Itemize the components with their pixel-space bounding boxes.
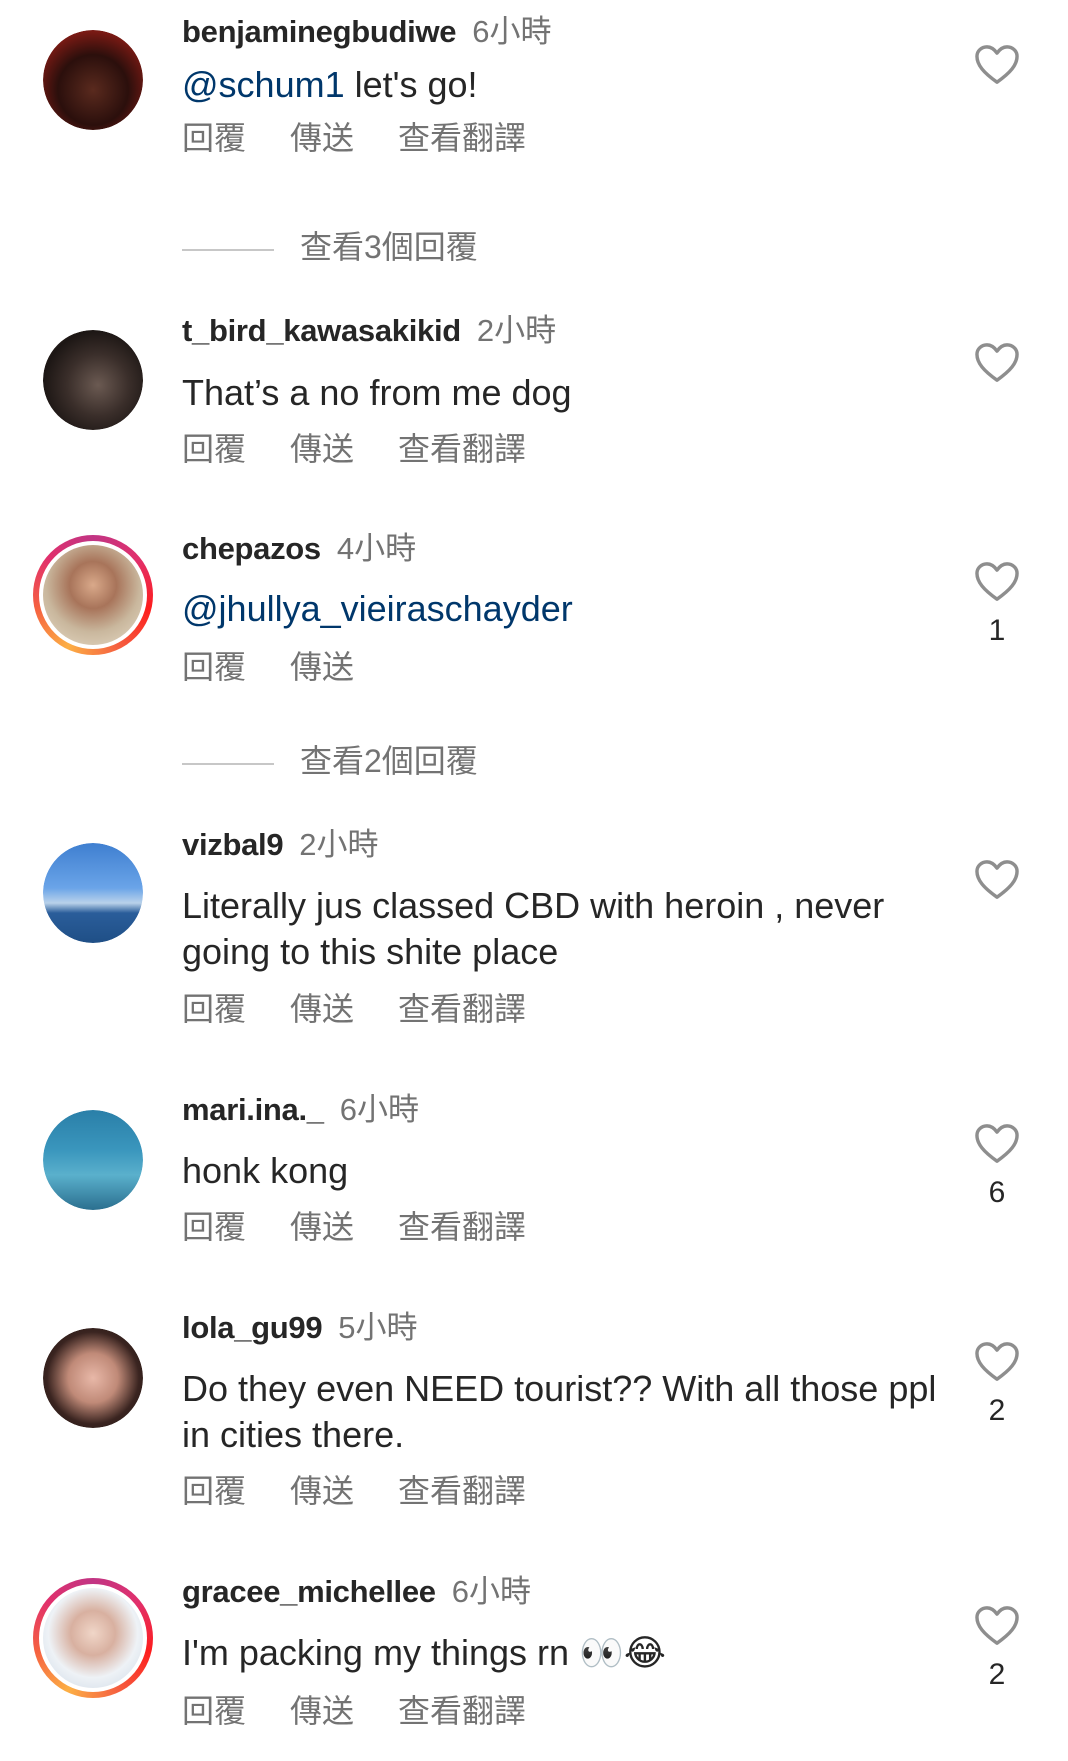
- comment-text: Literally jus classed CBD with heroin , …: [182, 885, 885, 972]
- comment-actions: 回覆 傳送: [182, 648, 398, 686]
- timestamp: 5小時: [338, 1310, 418, 1345]
- translate-button[interactable]: 查看翻譯: [398, 120, 526, 156]
- translate-button[interactable]: 查看翻譯: [398, 1473, 526, 1509]
- like-button[interactable]: [972, 859, 1022, 901]
- send-button[interactable]: 傳送: [290, 431, 354, 467]
- send-button[interactable]: 傳送: [290, 649, 354, 685]
- timestamp: 6小時: [339, 1092, 419, 1127]
- view-replies-button[interactable]: 查看3個回覆: [182, 228, 478, 266]
- divider: [182, 762, 274, 765]
- comment-text: @schum1 let's go!: [182, 64, 478, 105]
- reply-button[interactable]: 回覆: [182, 649, 246, 685]
- avatar-story-ring[interactable]: [33, 535, 153, 655]
- comment-text: @jhullya_vieiraschayder: [182, 586, 942, 632]
- translate-button[interactable]: 查看翻譯: [398, 1209, 526, 1245]
- comment-actions: 回覆 傳送 查看翻譯: [182, 119, 570, 157]
- heart-outline-icon: [975, 860, 1019, 899]
- mention-link[interactable]: @schum1: [182, 64, 345, 105]
- reply-button[interactable]: 回覆: [182, 120, 246, 156]
- timestamp: 4小時: [336, 531, 417, 566]
- send-button[interactable]: 傳送: [290, 991, 354, 1027]
- timestamp: 2小時: [476, 313, 557, 348]
- send-button[interactable]: 傳送: [290, 1209, 354, 1245]
- heart-outline-icon: [975, 343, 1019, 382]
- like-button[interactable]: 2: [972, 1605, 1022, 1691]
- send-button[interactable]: 傳送: [290, 1693, 354, 1729]
- like-button[interactable]: [972, 342, 1022, 384]
- reply-button[interactable]: 回覆: [182, 991, 246, 1027]
- send-button[interactable]: 傳送: [290, 1473, 354, 1509]
- reply-button[interactable]: 回覆: [182, 1693, 246, 1729]
- comment-text: I'm packing my things rn 👀😂: [182, 1632, 666, 1673]
- comment-actions: 回覆 傳送 查看翻譯: [182, 1208, 570, 1246]
- like-button[interactable]: 1: [972, 561, 1022, 647]
- heart-outline-icon: [975, 562, 1019, 601]
- like-count: 2: [988, 1394, 1006, 1427]
- username[interactable]: chepazos: [182, 531, 321, 566]
- username[interactable]: gracee_michellee: [182, 1574, 436, 1609]
- comment-text: honk kong: [182, 1150, 349, 1191]
- like-button[interactable]: [972, 44, 1022, 86]
- reply-button[interactable]: 回覆: [182, 1209, 246, 1245]
- reply-button[interactable]: 回覆: [182, 1473, 246, 1509]
- avatar[interactable]: [43, 330, 143, 430]
- divider: [182, 248, 274, 251]
- translate-button[interactable]: 查看翻譯: [398, 991, 526, 1027]
- like-button[interactable]: 2: [972, 1341, 1022, 1427]
- heart-outline-icon: [975, 1606, 1019, 1645]
- like-button[interactable]: 6: [972, 1123, 1022, 1209]
- username[interactable]: lola_gu99: [182, 1310, 323, 1345]
- mention-link[interactable]: @jhullya_vieiraschayder: [182, 588, 573, 629]
- avatar[interactable]: [43, 1328, 143, 1428]
- username[interactable]: mari.ina._: [182, 1092, 324, 1127]
- username[interactable]: t_bird_kawasakikid: [182, 313, 461, 348]
- translate-button[interactable]: 查看翻譯: [398, 431, 526, 467]
- comment-actions: 回覆 傳送 查看翻譯: [182, 990, 570, 1028]
- heart-outline-icon: [975, 1342, 1019, 1381]
- timestamp: 2小時: [299, 827, 379, 862]
- username[interactable]: benjaminegbudiwe: [182, 14, 457, 49]
- avatar[interactable]: [43, 1110, 143, 1210]
- avatar[interactable]: [43, 30, 143, 130]
- username[interactable]: vizbal9: [182, 827, 284, 862]
- timestamp: 6小時: [451, 1574, 531, 1609]
- like-count: 6: [988, 1176, 1006, 1209]
- comment-text: Do they even NEED tourist?? With all tho…: [182, 1368, 937, 1455]
- like-count: 1: [988, 614, 1006, 647]
- heart-outline-icon: [975, 1124, 1019, 1163]
- timestamp: 6小時: [472, 14, 552, 49]
- comment-text: That’s a no from me dog: [182, 372, 572, 413]
- view-replies-button[interactable]: 查看2個回覆: [182, 742, 478, 780]
- reply-button[interactable]: 回覆: [182, 431, 246, 467]
- send-button[interactable]: 傳送: [290, 120, 354, 156]
- translate-button[interactable]: 查看翻譯: [398, 1693, 526, 1729]
- like-count: 2: [988, 1658, 1006, 1691]
- comment-actions: 回覆 傳送 查看翻譯: [182, 430, 570, 468]
- comment-actions: 回覆 傳送 查看翻譯: [182, 1692, 570, 1730]
- avatar[interactable]: [43, 843, 143, 943]
- comment-actions: 回覆 傳送 查看翻譯: [182, 1472, 570, 1510]
- avatar-story-ring[interactable]: [33, 1578, 153, 1698]
- heart-outline-icon: [975, 45, 1019, 84]
